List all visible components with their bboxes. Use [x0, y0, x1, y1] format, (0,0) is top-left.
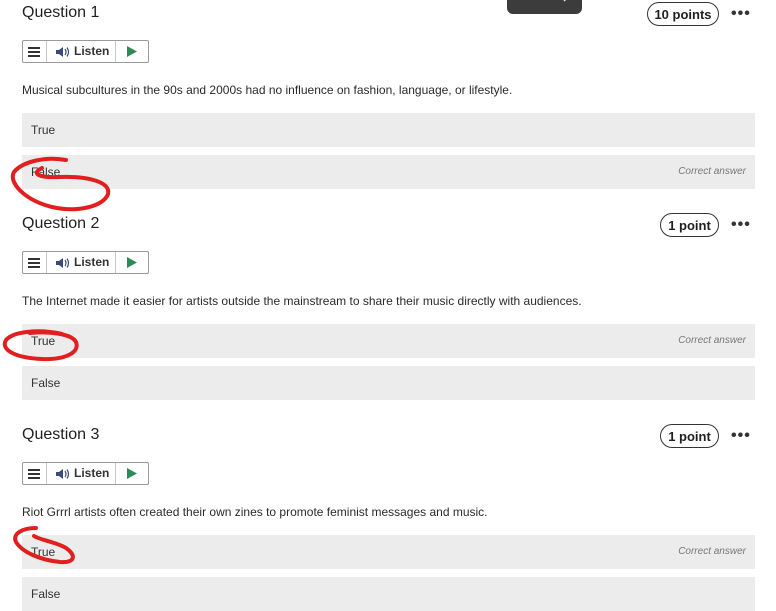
- more-options-icon[interactable]: •••: [731, 216, 751, 234]
- listen-label: Listen: [74, 255, 110, 269]
- option-label: True: [31, 123, 56, 137]
- option-label: False: [31, 587, 61, 601]
- listen-button[interactable]: Listen: [47, 463, 116, 484]
- share-icon: [563, 0, 567, 2]
- play-icon: [127, 257, 137, 268]
- points-badge: 1 point: [660, 424, 719, 448]
- answer-option-true[interactable]: True Correct answer: [22, 535, 755, 569]
- option-label: False: [31, 165, 61, 179]
- question-text: Riot Grrrl artists often created their o…: [22, 505, 488, 519]
- option-label: False: [31, 376, 61, 390]
- correct-answer-label: Correct answer: [678, 546, 746, 557]
- more-options-icon[interactable]: •••: [731, 427, 751, 445]
- speaker-icon: [56, 258, 70, 268]
- hamburger-menu-icon[interactable]: [23, 252, 47, 273]
- read-aloud-toolbar: Listen: [22, 40, 149, 63]
- answer-option-true[interactable]: True Correct answer: [22, 324, 755, 358]
- hamburger-menu-icon[interactable]: [23, 41, 47, 62]
- question-text: Musical subcultures in the 90s and 2000s…: [22, 83, 513, 97]
- play-button[interactable]: [116, 463, 148, 484]
- play-icon: [127, 46, 137, 57]
- points-badge: 10 points: [647, 2, 719, 26]
- question-title: Question 1: [22, 4, 100, 21]
- option-label: True: [31, 334, 56, 348]
- option-label: True: [31, 545, 56, 559]
- correct-answer-label: Correct answer: [678, 335, 746, 346]
- question-text: The Internet made it easier for artists …: [22, 294, 582, 308]
- hamburger-menu-icon[interactable]: [23, 463, 47, 484]
- correct-answer-label: Correct answer: [678, 166, 746, 177]
- floating-toolbar: [507, 0, 582, 14]
- answer-option-false[interactable]: False: [22, 577, 755, 611]
- listen-button[interactable]: Listen: [47, 41, 116, 62]
- listen-button[interactable]: Listen: [47, 252, 116, 273]
- play-icon: [127, 468, 137, 479]
- read-aloud-toolbar: Listen: [22, 462, 149, 485]
- speaker-icon: [56, 469, 70, 479]
- listen-label: Listen: [74, 44, 110, 58]
- play-button[interactable]: [116, 41, 148, 62]
- question-title: Question 3: [22, 426, 100, 443]
- read-aloud-toolbar: Listen: [22, 251, 149, 274]
- question-title: Question 2: [22, 215, 100, 232]
- answer-option-true[interactable]: True: [22, 113, 755, 147]
- points-badge: 1 point: [660, 213, 719, 237]
- speaker-icon: [56, 47, 70, 57]
- answer-option-false[interactable]: False: [22, 366, 755, 400]
- floating-toolbar-icons: [563, 0, 567, 2]
- play-button[interactable]: [116, 252, 148, 273]
- answer-option-false[interactable]: False Correct answer: [22, 155, 755, 189]
- listen-label: Listen: [74, 466, 110, 480]
- more-options-icon[interactable]: •••: [731, 5, 751, 23]
